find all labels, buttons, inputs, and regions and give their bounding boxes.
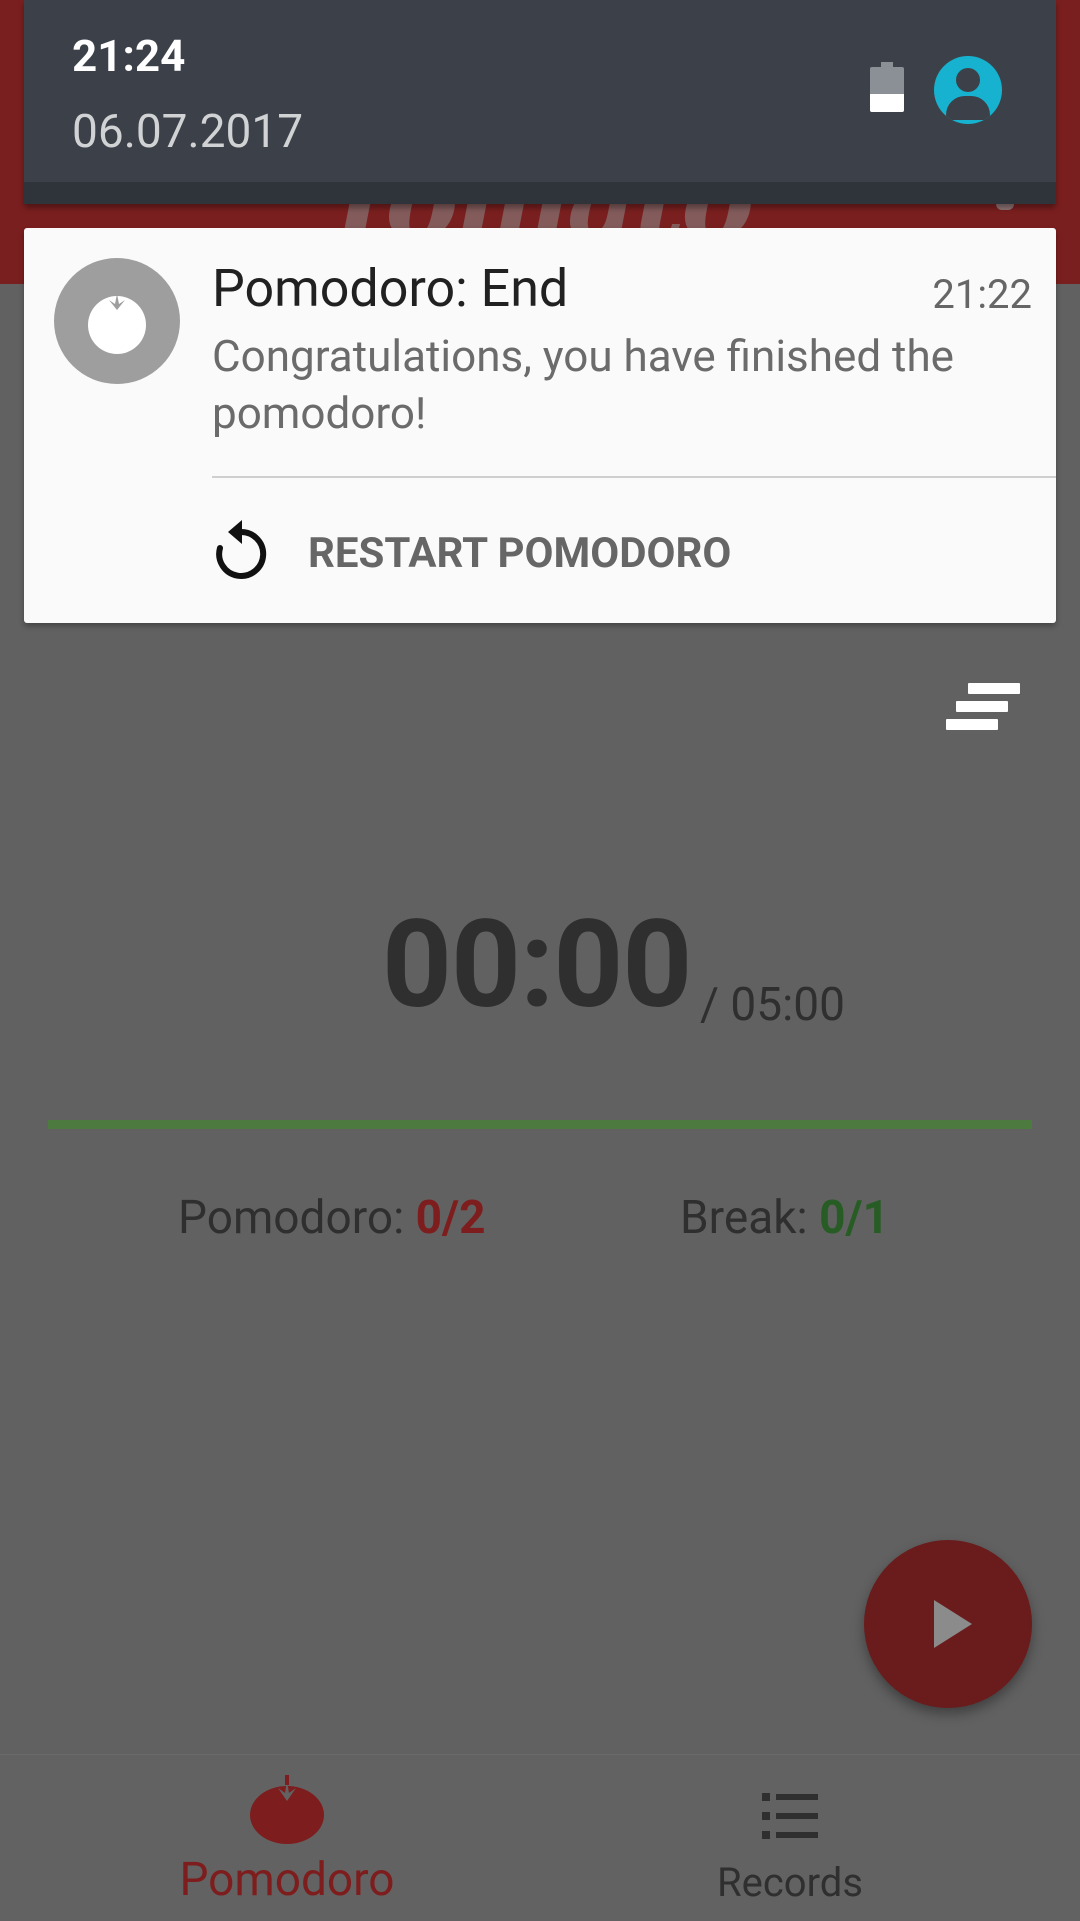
restart-icon [216, 520, 267, 579]
nav-item-records[interactable]: Records [690, 1755, 890, 1921]
nav-item-pomodoro[interactable]: Pomodoro [150, 1755, 424, 1921]
play-icon [934, 1600, 972, 1648]
pomodoro-counter-label: Pomodoro: [178, 1191, 405, 1245]
pomodoro-notification[interactable]: Pomodoro: End 21:22 Congratulations, you… [24, 228, 1056, 623]
pomodoro-counter: Pomodoro: 0/2 [178, 1190, 486, 1246]
restart-pomodoro-button[interactable]: RESTART POMODORO [212, 510, 812, 600]
pomodoro-counter-value: 0/2 [415, 1191, 486, 1245]
notification-title: Pomodoro: End [212, 258, 569, 319]
bottom-navigation: Pomodoro Records [0, 1754, 1080, 1921]
break-counter: Break: 0/1 [680, 1190, 889, 1246]
break-counter-label: Break: [680, 1191, 808, 1245]
notification-time: 21:22 [932, 271, 1032, 318]
status-date: 06.07.2017 [72, 105, 304, 159]
timer-display: 00:00 / 05:00 [0, 895, 1080, 1035]
battery-icon [870, 62, 904, 112]
break-counter-value: 0/1 [819, 1191, 889, 1245]
timer-total: / 05:00 [700, 978, 845, 1032]
list-icon [762, 1793, 818, 1839]
status-time: 21:24 [72, 30, 186, 82]
notification-divider [212, 476, 1056, 478]
tomato-icon [54, 258, 180, 384]
start-button[interactable] [864, 1540, 1032, 1708]
tomato-icon [250, 1775, 324, 1844]
nav-label-pomodoro: Pomodoro [179, 1853, 395, 1907]
notification-message: Congratulations, you have finished the p… [212, 330, 955, 439]
progress-fill [48, 1120, 1032, 1129]
timer-elapsed: 00:00 [382, 893, 692, 1036]
timer-progress-bar [48, 1120, 1032, 1129]
account-icon[interactable] [934, 56, 1002, 124]
stacked-bars-icon[interactable] [946, 683, 1020, 733]
notification-shade-header: 21:24 06.07.2017 [24, 0, 1056, 204]
nav-label-records: Records [717, 1859, 863, 1906]
restart-pomodoro-label: RESTART POMODORO [308, 529, 732, 578]
